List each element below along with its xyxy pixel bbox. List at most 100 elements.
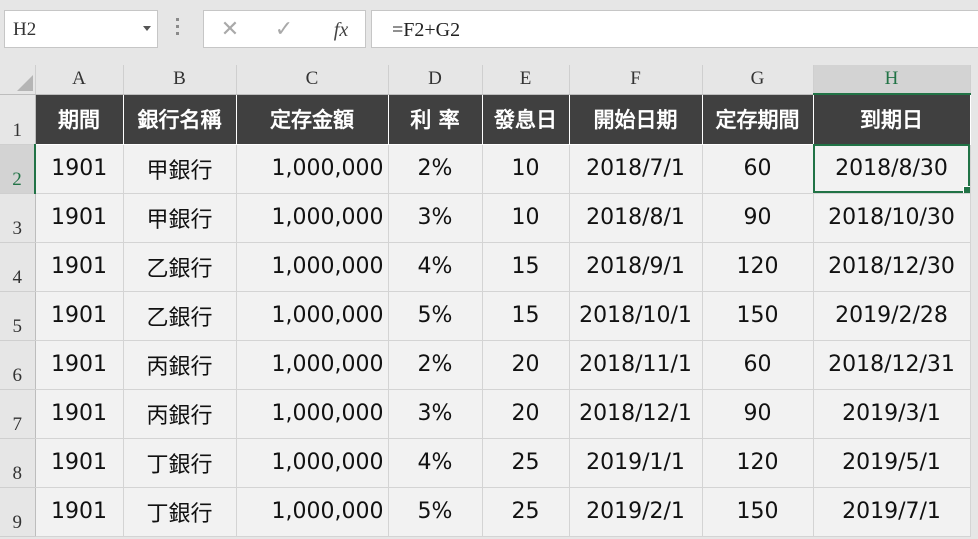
cell[interactable]: 15 — [482, 291, 570, 341]
cell[interactable]: 1,000,000 — [236, 389, 389, 439]
cell[interactable]: 1,000,000 — [236, 242, 389, 292]
cell[interactable]: 25 — [482, 438, 570, 488]
cell[interactable]: 丁銀行 — [123, 487, 237, 537]
chevron-down-icon[interactable] — [143, 26, 151, 31]
cell[interactable]: 15 — [482, 242, 570, 292]
cell[interactable]: 20 — [482, 340, 570, 390]
header-cell[interactable]: 開始日期 — [569, 94, 703, 145]
enter-icon[interactable]: ✓ — [272, 17, 296, 43]
cell[interactable]: 2019/2/28 — [813, 291, 971, 341]
cell[interactable]: 150 — [702, 291, 814, 341]
formula-buttons: ✕ ✓ fx — [203, 10, 366, 48]
select-all-button[interactable] — [0, 65, 36, 95]
cell[interactable]: 2018/10/1 — [569, 291, 703, 341]
cell[interactable]: 2018/12/31 — [813, 340, 971, 390]
cell[interactable]: 丙銀行 — [123, 389, 237, 439]
header-cell[interactable]: 銀行名稱 — [123, 94, 237, 145]
row-header-7[interactable]: 7 — [0, 389, 36, 439]
cell[interactable]: 90 — [702, 193, 814, 243]
cell[interactable]: 10 — [482, 144, 570, 194]
fill-handle[interactable] — [962, 185, 969, 192]
cell[interactable]: 1,000,000 — [236, 291, 389, 341]
cell[interactable]: 2% — [388, 144, 483, 194]
cell[interactable]: 120 — [702, 438, 814, 488]
cell[interactable]: 乙銀行 — [123, 291, 237, 341]
column-header-d[interactable]: D — [388, 65, 483, 95]
cell[interactable]: 5% — [388, 487, 483, 537]
cell[interactable]: 20 — [482, 389, 570, 439]
cell[interactable]: 丙銀行 — [123, 340, 237, 390]
column-header-e[interactable]: E — [482, 65, 570, 95]
column-header-h[interactable]: H — [813, 65, 971, 95]
header-cell[interactable]: 定存期間 — [702, 94, 814, 145]
cell[interactable]: 60 — [702, 144, 814, 194]
row-header-8[interactable]: 8 — [0, 438, 36, 488]
cell[interactable]: 120 — [702, 242, 814, 292]
row-header-5[interactable]: 5 — [0, 291, 36, 341]
column-header-g[interactable]: G — [702, 65, 814, 95]
insert-function-icon[interactable]: fx — [326, 17, 356, 43]
cell[interactable]: 90 — [702, 389, 814, 439]
cell[interactable]: 4% — [388, 438, 483, 488]
cell[interactable]: 3% — [388, 389, 483, 439]
row-header-9[interactable]: 9 — [0, 487, 36, 537]
header-cell[interactable]: 定存金額 — [236, 94, 389, 145]
cell[interactable]: 5% — [388, 291, 483, 341]
cell[interactable]: 乙銀行 — [123, 242, 237, 292]
cell[interactable]: 1901 — [35, 144, 124, 194]
cell[interactable]: 2019/1/1 — [569, 438, 703, 488]
header-cell[interactable]: 利 率 — [388, 94, 483, 145]
cell[interactable]: 2018/7/1 — [569, 144, 703, 194]
row-header-4[interactable]: 4 — [0, 242, 36, 292]
cell[interactable]: 2019/7/1 — [813, 487, 971, 537]
cell[interactable]: 1,000,000 — [236, 193, 389, 243]
cell[interactable]: 2018/9/1 — [569, 242, 703, 292]
row-header-3[interactable]: 3 — [0, 193, 36, 243]
cell[interactable]: 10 — [482, 193, 570, 243]
cell[interactable]: 1901 — [35, 438, 124, 488]
cell[interactable]: 4% — [388, 242, 483, 292]
cell[interactable]: 25 — [482, 487, 570, 537]
row-header-2[interactable]: 2 — [0, 144, 36, 194]
cell[interactable]: 2019/5/1 — [813, 438, 971, 488]
cell[interactable]: 2% — [388, 340, 483, 390]
column-header-f[interactable]: F — [569, 65, 703, 95]
cell[interactable]: 1901 — [35, 242, 124, 292]
table-header-row: 1 期間 銀行名稱 定存金額 利 率 發息日 開始日期 定存期間 到期日 — [0, 94, 971, 145]
active-cell[interactable]: 2018/8/30 — [813, 144, 971, 194]
cell[interactable]: 甲銀行 — [123, 193, 237, 243]
cell[interactable]: 1901 — [35, 340, 124, 390]
cell[interactable]: 2018/12/1 — [569, 389, 703, 439]
row-header-6[interactable]: 6 — [0, 340, 36, 390]
column-header-c[interactable]: C — [236, 65, 389, 95]
cell[interactable]: 1901 — [35, 193, 124, 243]
cell[interactable]: 1901 — [35, 487, 124, 537]
cell[interactable]: 2019/2/1 — [569, 487, 703, 537]
cell[interactable]: 2018/12/30 — [813, 242, 971, 292]
name-box[interactable]: H2 — [4, 10, 158, 48]
header-cell[interactable]: 發息日 — [482, 94, 570, 145]
formula-input[interactable]: =F2+G2 — [371, 10, 978, 48]
cell[interactable]: 1901 — [35, 389, 124, 439]
header-cell[interactable]: 期間 — [35, 94, 124, 145]
cell[interactable]: 丁銀行 — [123, 438, 237, 488]
cell[interactable]: 1901 — [35, 291, 124, 341]
more-options-icon[interactable] — [176, 18, 180, 40]
column-header-b[interactable]: B — [123, 65, 237, 95]
cell[interactable]: 甲銀行 — [123, 144, 237, 194]
cell[interactable]: 2019/3/1 — [813, 389, 971, 439]
cell[interactable]: 1,000,000 — [236, 438, 389, 488]
cell[interactable]: 2018/8/1 — [569, 193, 703, 243]
cell[interactable]: 150 — [702, 487, 814, 537]
cancel-icon[interactable]: ✕ — [218, 17, 242, 43]
cell[interactable]: 1,000,000 — [236, 144, 389, 194]
cell[interactable]: 60 — [702, 340, 814, 390]
cell[interactable]: 1,000,000 — [236, 487, 389, 537]
cell[interactable]: 3% — [388, 193, 483, 243]
cell[interactable]: 1,000,000 — [236, 340, 389, 390]
row-header-1[interactable]: 1 — [0, 94, 36, 145]
column-header-a[interactable]: A — [35, 65, 124, 95]
cell[interactable]: 2018/11/1 — [569, 340, 703, 390]
cell[interactable]: 2018/10/30 — [813, 193, 971, 243]
header-cell[interactable]: 到期日 — [813, 94, 971, 145]
